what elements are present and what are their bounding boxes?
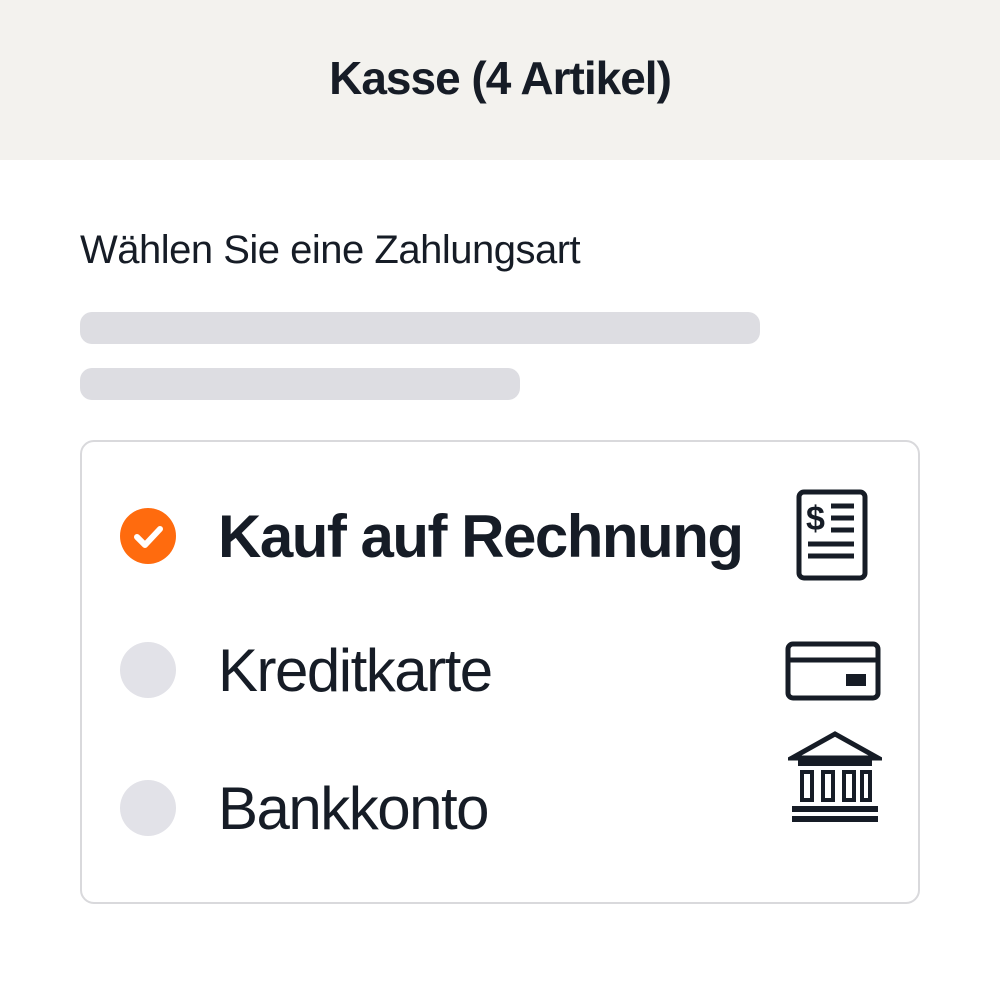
payment-option-label: Bankkonto bbox=[218, 775, 490, 842]
checkmark-icon bbox=[134, 526, 163, 548]
radio-unselected[interactable] bbox=[120, 642, 176, 698]
invoice-icon: $ bbox=[794, 488, 870, 589]
radio-selected[interactable] bbox=[120, 508, 176, 564]
payment-option-bank-account[interactable]: Bankkonto bbox=[82, 731, 918, 870]
payment-option-label: Kauf auf Rechnung bbox=[218, 503, 744, 570]
payment-option-label: Kreditkarte bbox=[218, 637, 493, 704]
payment-option-credit-card[interactable]: Kreditkarte bbox=[82, 612, 918, 732]
checkout-header: Kasse (4 Artikel) bbox=[0, 0, 1000, 160]
payment-option-invoice[interactable]: Kauf auf Rechnung $ bbox=[82, 478, 918, 598]
text-placeholder-line bbox=[80, 312, 760, 344]
payment-method-prompt: Wählen Sie eine Zahlungsart bbox=[80, 228, 581, 272]
payment-options-card: Kauf auf Rechnung $ Kreditkarte Bankkont… bbox=[80, 440, 920, 904]
page-title: Kasse (4 Artikel) bbox=[329, 52, 672, 104]
svg-text:$: $ bbox=[806, 500, 825, 538]
bank-icon bbox=[782, 730, 888, 831]
text-placeholder-line bbox=[80, 368, 520, 400]
radio-unselected[interactable] bbox=[120, 780, 176, 836]
credit-card-icon bbox=[784, 640, 882, 707]
